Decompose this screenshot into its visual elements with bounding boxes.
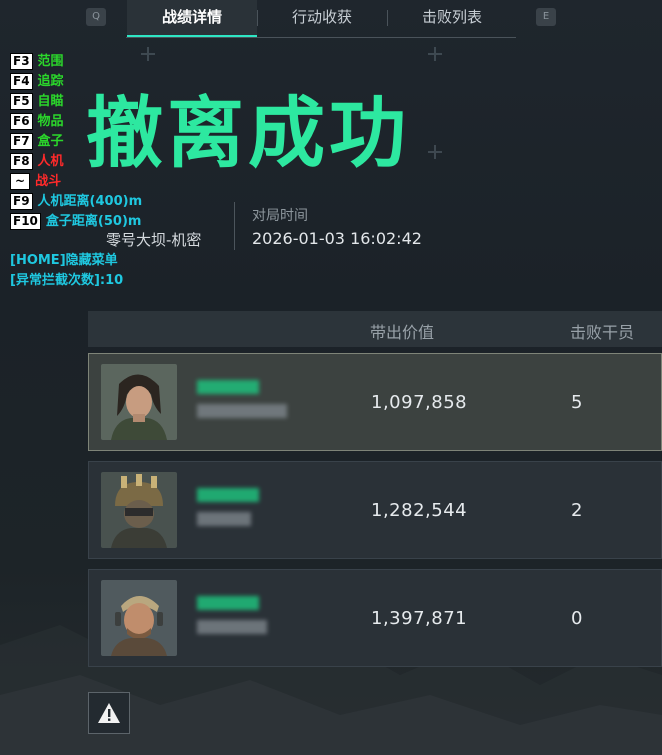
- table-row[interactable]: 1,397,871 0: [88, 569, 662, 667]
- report-button[interactable]: [88, 692, 130, 734]
- overlay-label: 盒子距离(50)m: [45, 214, 142, 229]
- overlay-label: 物品: [37, 114, 64, 129]
- overlay-key: F3: [10, 53, 33, 70]
- e-key-hint: E: [536, 8, 556, 26]
- overlay-item: ~ 战斗: [10, 170, 62, 190]
- kill-count: 0: [571, 608, 583, 629]
- overlay-item: F9 人机距离(400)m: [10, 190, 143, 210]
- column-header-value: 带出价值: [370, 323, 435, 342]
- overlay-label: 自瞄: [37, 94, 64, 109]
- crosshair-decoration: [428, 145, 442, 159]
- crosshair-decoration: [428, 47, 442, 61]
- kill-count: 5: [571, 392, 583, 413]
- overlay-key: F6: [10, 113, 33, 130]
- extract-value: 1,397,871: [371, 608, 468, 629]
- info-divider: [234, 202, 235, 250]
- tab-action-gains[interactable]: 行动收获: [257, 0, 387, 36]
- overlay-intercept-text: [异常拦截次数]:10: [10, 273, 124, 288]
- overlay-menu-hint: [HOME]隐藏菜单: [10, 249, 118, 268]
- extraction-success-title: 撤离成功: [86, 90, 410, 179]
- overlay-label: 追踪: [37, 74, 64, 89]
- overlay-key: F10: [10, 213, 41, 230]
- avatar: [101, 364, 177, 440]
- overlay-item: F10 盒子距离(50)m: [10, 210, 142, 230]
- overlay-label: 范围: [37, 54, 64, 69]
- match-time-value: 2026-01-03 16:02:42: [252, 229, 422, 248]
- player-name-redacted: [197, 596, 259, 610]
- crosshair-decoration: [141, 47, 155, 61]
- tab-kill-list[interactable]: 击败列表: [387, 0, 517, 36]
- player-tag-redacted: [197, 620, 267, 634]
- table-header: 带出价值 击败干员: [88, 311, 662, 347]
- overlay-item: F6 物品: [10, 110, 64, 130]
- player-name-redacted: [197, 380, 259, 394]
- overlay-label: 人机: [37, 154, 64, 169]
- map-name: 零号大坝-机密: [106, 231, 202, 249]
- overlay-item: F3 范围: [10, 50, 64, 70]
- overlay-hint-text: [HOME]隐藏菜单: [10, 253, 118, 268]
- player-tag-redacted: [197, 404, 287, 418]
- table-row[interactable]: 1,282,544 2: [88, 461, 662, 559]
- overlay-key: F7: [10, 133, 33, 150]
- kill-count: 2: [571, 500, 583, 521]
- player-name-redacted: [197, 488, 259, 502]
- overlay-item: F8 人机: [10, 150, 64, 170]
- overlay-key: F4: [10, 73, 33, 90]
- overlay-key: F8: [10, 153, 33, 170]
- avatar: [101, 580, 177, 656]
- avatar: [101, 472, 177, 548]
- table-row[interactable]: 1,097,858 5: [88, 353, 662, 451]
- tabs-underline: [126, 37, 516, 38]
- overlay-key: F9: [10, 193, 33, 210]
- overlay-label: 战斗: [35, 174, 62, 189]
- match-time-label: 对局时间: [252, 208, 308, 224]
- warning-triangle-icon: [98, 703, 120, 723]
- tab-record-details[interactable]: 战绩详情: [127, 0, 257, 38]
- overlay-label: 盒子: [37, 134, 64, 149]
- overlay-item: F7 盒子: [10, 130, 64, 150]
- overlay-item: F4 追踪: [10, 70, 64, 90]
- overlay-label: 人机距离(400)m: [37, 194, 143, 209]
- extract-value: 1,282,544: [371, 500, 468, 521]
- extract-value: 1,097,858: [371, 392, 468, 413]
- overlay-item: F5 自瞄: [10, 90, 64, 110]
- overlay-intercept-count: [异常拦截次数]:10: [10, 269, 124, 288]
- overlay-key: ~: [10, 173, 31, 190]
- q-key-hint: Q: [86, 8, 106, 26]
- column-header-kills: 击败干员: [570, 323, 635, 342]
- result-tabs: Q 战绩详情 行动收获 击败列表 E: [84, 0, 556, 38]
- overlay-key: F5: [10, 93, 33, 110]
- player-tag-redacted: [197, 512, 251, 526]
